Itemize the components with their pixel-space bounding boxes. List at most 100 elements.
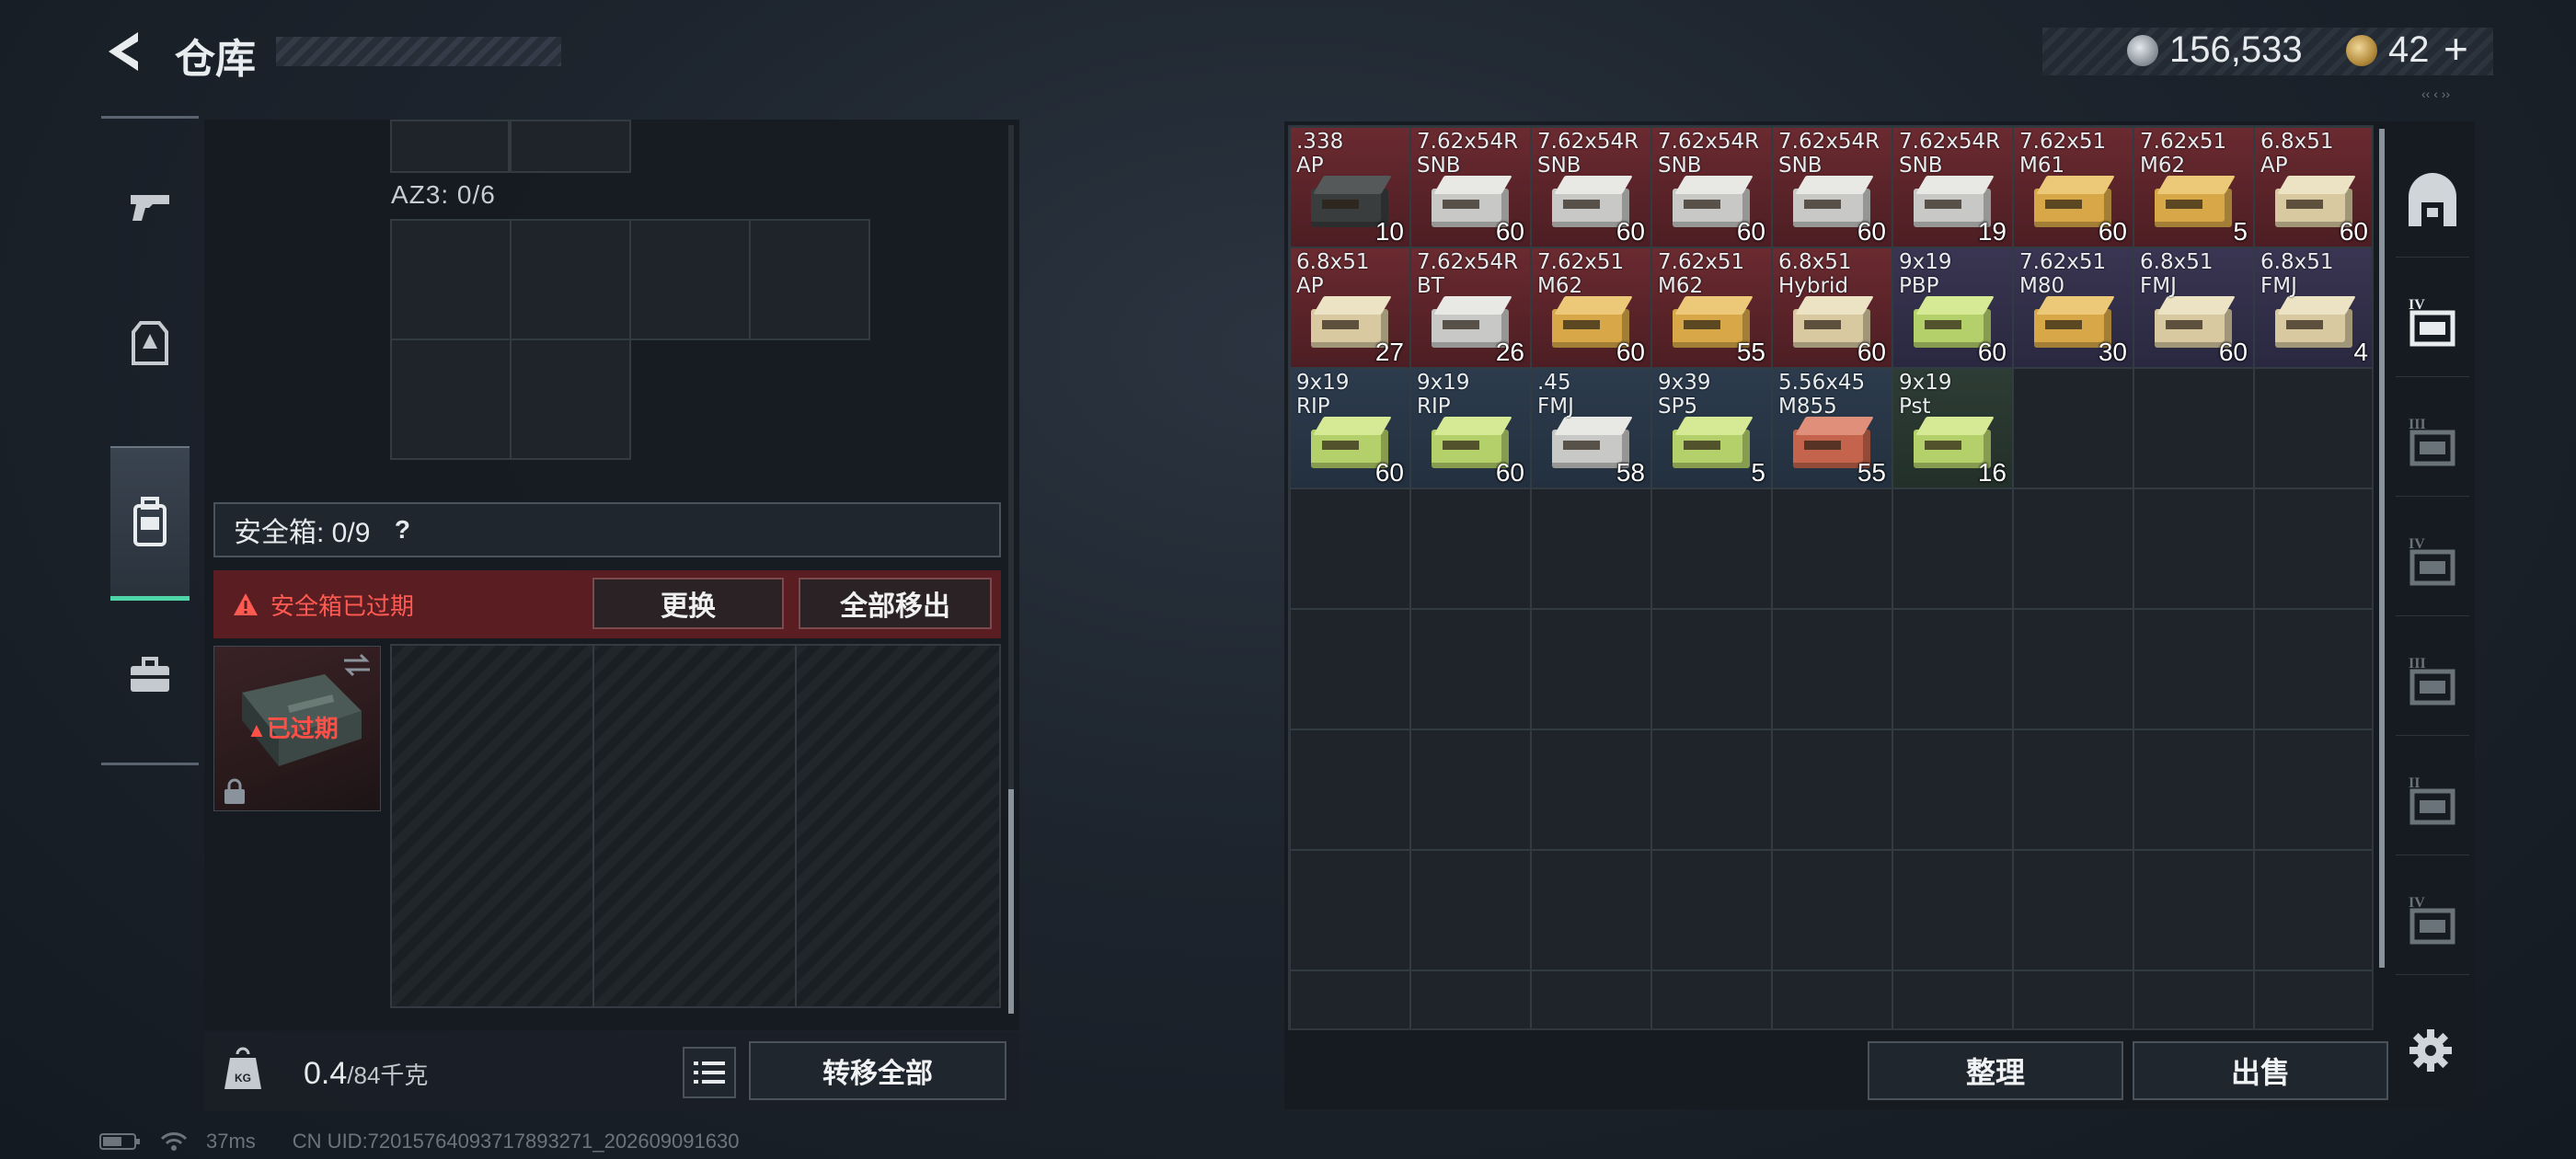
az3-slot[interactable] bbox=[390, 339, 512, 460]
tab-gear-case-tab[interactable]: IV bbox=[2396, 506, 2469, 616]
nav-armor-tab[interactable] bbox=[101, 275, 199, 413]
stash-slot[interactable] bbox=[1410, 850, 1531, 970]
stash-slot[interactable] bbox=[2133, 609, 2254, 729]
ammo-item[interactable]: 7.62x54R BT 26 bbox=[1411, 248, 1530, 367]
stash-slot[interactable] bbox=[2013, 850, 2133, 970]
ammo-item[interactable]: 5.56x45 M855 55 bbox=[1773, 369, 1892, 488]
ammo-item[interactable]: 7.62x54R SNB 60 bbox=[1411, 128, 1530, 247]
ammo-item[interactable]: 7.62x54R SNB 60 bbox=[1652, 128, 1771, 247]
ammo-item[interactable]: 9x19 PBP 60 bbox=[1893, 248, 2012, 367]
stash-slot[interactable] bbox=[2254, 970, 2372, 1028]
list-view-button[interactable] bbox=[683, 1047, 736, 1098]
stash-slot[interactable] bbox=[1651, 609, 1772, 729]
remove-all-button[interactable]: 全部移出 bbox=[799, 578, 992, 629]
settings-button[interactable] bbox=[2401, 1021, 2460, 1080]
ammo-item[interactable]: 7.62x51 M61 60 bbox=[2014, 128, 2133, 247]
stash-slot[interactable] bbox=[2133, 729, 2254, 850]
ammo-item[interactable]: 7.62x51 M80 30 bbox=[2014, 248, 2133, 367]
replace-button[interactable]: 更换 bbox=[592, 578, 784, 629]
ammo-item[interactable]: 9x39 SP5 5 bbox=[1652, 369, 1771, 488]
stash-slot[interactable] bbox=[2133, 368, 2254, 488]
stash-slot[interactable] bbox=[1410, 729, 1531, 850]
tab-all-tab[interactable] bbox=[2396, 147, 2469, 258]
stash-slot[interactable] bbox=[2013, 488, 2133, 609]
stash-slot[interactable] bbox=[1772, 970, 1892, 1028]
stash-slot[interactable] bbox=[1772, 729, 1892, 850]
ammo-item[interactable]: 7.62x51 M62 5 bbox=[2134, 128, 2253, 247]
sell-button[interactable]: 出售 bbox=[2133, 1041, 2388, 1100]
ammo-item[interactable]: 7.62x54R SNB 60 bbox=[1773, 128, 1892, 247]
ammo-item[interactable]: 6.8x51 FMJ 4 bbox=[2255, 248, 2372, 367]
grid-slot[interactable] bbox=[390, 120, 510, 173]
stash-slot[interactable] bbox=[1410, 609, 1531, 729]
stash-slot[interactable] bbox=[2254, 488, 2372, 609]
stash-slot[interactable] bbox=[2013, 729, 2133, 850]
stash-slot[interactable] bbox=[1651, 729, 1772, 850]
stash-slot[interactable] bbox=[1410, 970, 1531, 1028]
stash-slot[interactable] bbox=[1410, 488, 1531, 609]
ammo-item[interactable]: 7.62x54R SNB 19 bbox=[1893, 128, 2012, 247]
stash-scrollbar-thumb[interactable] bbox=[2379, 129, 2385, 968]
stash-slot[interactable] bbox=[2013, 970, 2133, 1028]
stash-slot[interactable] bbox=[1290, 850, 1410, 970]
stash-slot[interactable] bbox=[1651, 850, 1772, 970]
help-button[interactable]: ? bbox=[386, 514, 418, 545]
stash-slot[interactable] bbox=[1892, 609, 2013, 729]
stash-slot[interactable] bbox=[1531, 850, 1651, 970]
stash-slot[interactable] bbox=[1892, 488, 2013, 609]
stash-slot[interactable] bbox=[1772, 850, 1892, 970]
tab-weapon-case-tab[interactable]: III bbox=[2396, 386, 2469, 497]
tab-extra-case-tab[interactable]: IV bbox=[2396, 865, 2469, 975]
nav-weapon-tab[interactable] bbox=[101, 137, 199, 275]
ammo-item[interactable]: 7.62x51 M62 60 bbox=[1532, 248, 1650, 367]
ammo-item[interactable]: 6.8x51 FMJ 60 bbox=[2134, 248, 2253, 367]
az3-slot[interactable] bbox=[510, 339, 631, 460]
stash-slot[interactable] bbox=[1772, 488, 1892, 609]
ammo-item[interactable]: 6.8x51 AP 60 bbox=[2255, 128, 2372, 247]
stash-slot[interactable] bbox=[1531, 609, 1651, 729]
stash-slot[interactable] bbox=[1772, 609, 1892, 729]
stash-slot[interactable] bbox=[1651, 970, 1772, 1028]
stash-slot[interactable] bbox=[2254, 609, 2372, 729]
az3-slot[interactable] bbox=[749, 219, 870, 340]
ammo-item[interactable]: 9x19 RIP 60 bbox=[1411, 369, 1530, 488]
back-button[interactable] bbox=[92, 26, 156, 77]
ammo-item[interactable]: .338 AP 10 bbox=[1291, 128, 1409, 247]
sort-button[interactable]: 整理 bbox=[1868, 1041, 2123, 1100]
ammo-item[interactable]: 7.62x54R SNB 60 bbox=[1532, 128, 1650, 247]
stash-slot[interactable] bbox=[1531, 970, 1651, 1028]
nav-toolbox-tab[interactable] bbox=[101, 606, 199, 744]
swap-icon[interactable] bbox=[340, 651, 374, 683]
stash-slot[interactable] bbox=[1531, 488, 1651, 609]
ammo-item[interactable]: 7.62x51 M62 55 bbox=[1652, 248, 1771, 367]
tab-misc-case-tab[interactable]: II bbox=[2396, 745, 2469, 855]
stash-slot[interactable] bbox=[1651, 488, 1772, 609]
ammo-item[interactable]: .45 FMJ 58 bbox=[1532, 369, 1650, 488]
stash-slot[interactable] bbox=[2133, 488, 2254, 609]
tab-medical-case-tab[interactable]: III bbox=[2396, 625, 2469, 736]
stash-slot[interactable] bbox=[1531, 729, 1651, 850]
stash-slot[interactable] bbox=[2133, 970, 2254, 1028]
stash-slot[interactable] bbox=[1892, 970, 2013, 1028]
stash-slot[interactable] bbox=[2254, 368, 2372, 488]
grid-slot[interactable] bbox=[510, 120, 631, 173]
ammo-item[interactable]: 6.8x51 AP 27 bbox=[1291, 248, 1409, 367]
az3-slot[interactable] bbox=[510, 219, 631, 340]
az3-slot[interactable] bbox=[390, 219, 512, 340]
az3-slot[interactable] bbox=[629, 219, 751, 340]
container-scrollbar-thumb[interactable] bbox=[1008, 789, 1014, 1014]
stash-slot[interactable] bbox=[1290, 488, 1410, 609]
stash-slot[interactable] bbox=[2254, 729, 2372, 850]
nav-container-tab[interactable] bbox=[110, 446, 190, 601]
stash-slot[interactable] bbox=[1290, 970, 1410, 1028]
ammo-item[interactable]: 9x19 Pst 16 bbox=[1893, 369, 2012, 488]
stash-slot[interactable] bbox=[2254, 850, 2372, 970]
transfer-all-button[interactable]: 转移全部 bbox=[749, 1041, 1006, 1100]
stash-slot[interactable] bbox=[2133, 850, 2254, 970]
stash-slot[interactable] bbox=[1290, 609, 1410, 729]
add-currency-button[interactable]: + bbox=[2444, 24, 2468, 74]
ammo-item[interactable]: 9x19 RIP 60 bbox=[1291, 369, 1409, 488]
ammo-item[interactable]: 6.8x51 Hybrid 60 bbox=[1773, 248, 1892, 367]
tab-ammo-tab[interactable]: IV bbox=[2396, 267, 2469, 377]
stash-slot[interactable] bbox=[1290, 729, 1410, 850]
